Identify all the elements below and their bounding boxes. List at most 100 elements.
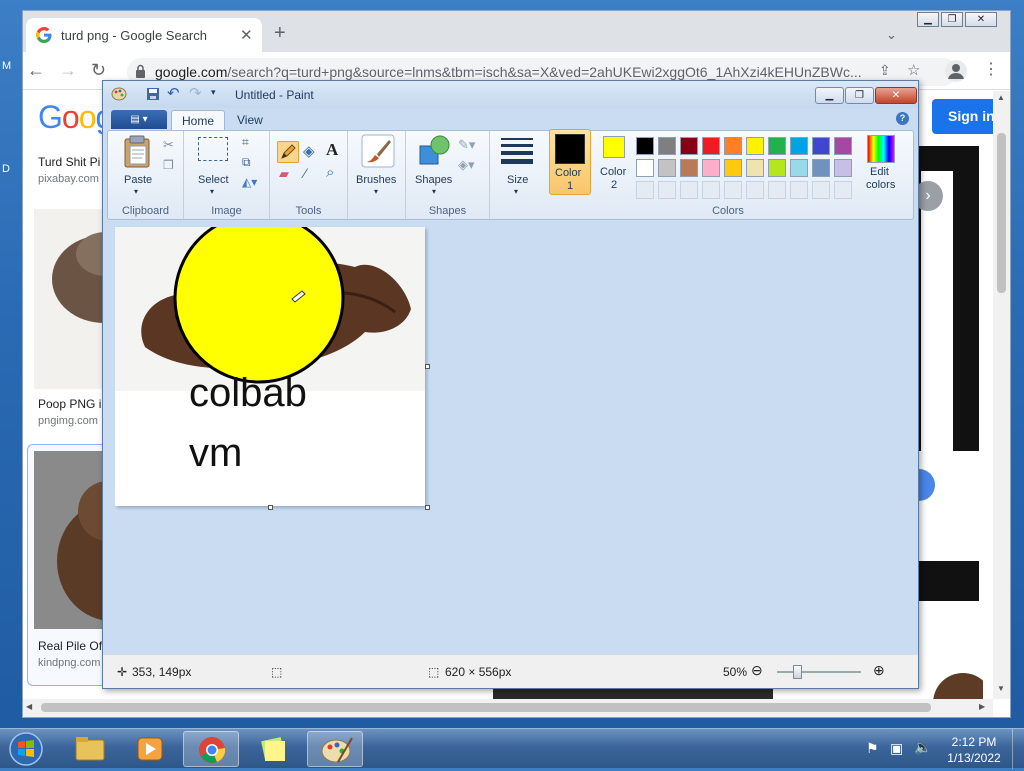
paint-canvas[interactable]: colbab vm — [115, 227, 425, 506]
paint-maximize-button[interactable]: ❐ — [845, 87, 874, 104]
custom-color-slot[interactable] — [790, 181, 808, 199]
palette-swatch[interactable] — [724, 159, 742, 177]
tab-home[interactable]: Home — [171, 110, 226, 130]
palette-swatch[interactable] — [724, 137, 742, 155]
palette-swatch[interactable] — [834, 137, 852, 155]
paint-file-menu-button[interactable]: ▤ ▾ — [111, 110, 167, 129]
zoom-slider[interactable] — [777, 665, 861, 679]
minimize-button[interactable]: ▁ — [917, 12, 939, 27]
custom-color-slot[interactable] — [658, 181, 676, 199]
size-button[interactable]: Size — [507, 174, 528, 186]
help-icon[interactable]: ? — [896, 112, 909, 125]
palette-swatch[interactable] — [768, 159, 786, 177]
tab-search-chevron-icon[interactable]: ⌄ — [886, 27, 897, 43]
network-icon[interactable]: ▣ — [890, 740, 903, 757]
scroll-down-icon[interactable]: ▼ — [997, 684, 1005, 693]
palette-swatch[interactable] — [834, 159, 852, 177]
back-arrow-icon[interactable]: ← — [27, 60, 45, 81]
scroll-right-icon[interactable]: ▶ — [979, 702, 985, 711]
result-image-2[interactable] — [34, 209, 104, 389]
magnifier-icon[interactable]: ⌕ — [326, 164, 334, 181]
profile-avatar-icon[interactable] — [945, 60, 967, 82]
palette-swatch[interactable] — [812, 159, 830, 177]
outline-icon[interactable]: ✎▾ — [458, 137, 475, 153]
canvas-area[interactable]: colbab vm — [103, 221, 918, 654]
zoom-in-icon[interactable]: ⊕ — [873, 662, 885, 679]
tab-view[interactable]: View — [227, 110, 273, 130]
scrollbar-thumb[interactable] — [41, 703, 931, 712]
scrollbar-thumb[interactable] — [997, 133, 1006, 293]
palette-swatch[interactable] — [812, 137, 830, 155]
result-title-3[interactable]: Real Pile Of — [38, 639, 102, 653]
text-tool-icon[interactable]: A — [326, 140, 338, 160]
palette-swatch[interactable] — [746, 159, 764, 177]
size-icon[interactable] — [501, 138, 533, 164]
zoom-out-icon[interactable]: ⊖ — [751, 662, 763, 679]
horizontal-scrollbar[interactable]: ◀ ▶ — [23, 699, 993, 717]
system-clock[interactable]: 2:12 PM 1/13/2022 — [944, 734, 1004, 766]
start-button[interactable] — [6, 730, 46, 768]
palette-swatch[interactable] — [768, 137, 786, 155]
brushes-icon[interactable] — [361, 134, 395, 168]
zoom-slider-thumb[interactable] — [793, 665, 802, 679]
paste-icon[interactable] — [122, 135, 154, 169]
paint-close-button[interactable]: ✕ — [875, 87, 917, 104]
resize-handle-right[interactable] — [425, 364, 430, 369]
redo-icon[interactable]: ↷ — [189, 84, 205, 102]
palette-swatch[interactable] — [746, 137, 764, 155]
size-dropdown-icon[interactable]: ▾ — [514, 187, 518, 196]
color-picker-icon[interactable]: ⁄ — [304, 165, 306, 181]
brushes-button[interactable]: Brushes — [356, 174, 396, 186]
eraser-icon[interactable]: ▰ — [279, 166, 289, 182]
custom-color-slot[interactable] — [834, 181, 852, 199]
result-title-1[interactable]: Turd Shit Pi — [38, 155, 100, 169]
result-image-right-1b[interactable] — [921, 171, 953, 451]
quick-access-dropdown-icon[interactable]: ▾ — [211, 87, 227, 101]
resize-icon[interactable]: ⧉ — [242, 155, 251, 170]
taskbar-media-player[interactable] — [122, 731, 178, 767]
palette-swatch[interactable] — [636, 137, 654, 155]
undo-icon[interactable]: ↶ — [167, 84, 183, 102]
share-icon[interactable]: ⇪ — [879, 62, 891, 79]
sign-in-button[interactable]: Sign in — [932, 99, 993, 134]
paint-app-icon[interactable] — [111, 87, 127, 101]
shapes-button[interactable]: Shapes — [415, 174, 452, 186]
pencil-tool-icon[interactable] — [277, 141, 299, 163]
chrome-tab-google-search[interactable]: turd png - Google Search ✕ — [26, 18, 262, 52]
result-image-right-2[interactable] — [919, 561, 979, 601]
copy-icon[interactable]: ❐ — [163, 158, 174, 172]
paste-button[interactable]: Paste — [124, 174, 152, 186]
palette-swatch[interactable] — [658, 137, 676, 155]
chrome-menu-icon[interactable]: ⋮ — [983, 59, 999, 79]
palette-swatch[interactable] — [702, 137, 720, 155]
result-image-3[interactable] — [34, 451, 104, 629]
custom-color-slot[interactable] — [680, 181, 698, 199]
custom-color-slot[interactable] — [746, 181, 764, 199]
result-image-right-3[interactable] — [923, 631, 993, 699]
taskbar-sticky-notes[interactable] — [245, 731, 301, 767]
rotate-icon[interactable]: ◭▾ — [242, 175, 257, 189]
brushes-dropdown-icon[interactable]: ▾ — [374, 187, 378, 196]
custom-color-slot[interactable] — [768, 181, 786, 199]
custom-color-slot[interactable] — [724, 181, 742, 199]
result-source-1[interactable]: pixabay.com — [38, 173, 99, 185]
crop-icon[interactable]: ⌗ — [242, 135, 249, 150]
palette-swatch[interactable] — [702, 159, 720, 177]
color-2-button[interactable]: Color 2 — [594, 131, 634, 193]
result-image-bottom[interactable] — [493, 688, 773, 699]
bookmark-star-icon[interactable]: ☆ — [907, 61, 920, 79]
paste-dropdown-icon[interactable]: ▾ — [134, 187, 138, 196]
edit-colors-button[interactable]: Edit colors — [860, 131, 900, 193]
scroll-left-icon[interactable]: ◀ — [26, 702, 32, 711]
select-dropdown-icon[interactable]: ▾ — [210, 187, 214, 196]
palette-swatch[interactable] — [680, 137, 698, 155]
palette-swatch[interactable] — [790, 159, 808, 177]
palette-swatch[interactable] — [790, 137, 808, 155]
restore-button[interactable]: ❐ — [941, 12, 963, 27]
result-source-2[interactable]: pngimg.com — [38, 415, 98, 427]
reload-icon[interactable]: ↻ — [91, 60, 106, 81]
select-icon[interactable] — [198, 137, 228, 161]
taskbar-chrome[interactable] — [183, 731, 239, 767]
shapes-dropdown-icon[interactable]: ▾ — [432, 187, 436, 196]
paint-minimize-button[interactable]: ▁ — [815, 87, 844, 104]
